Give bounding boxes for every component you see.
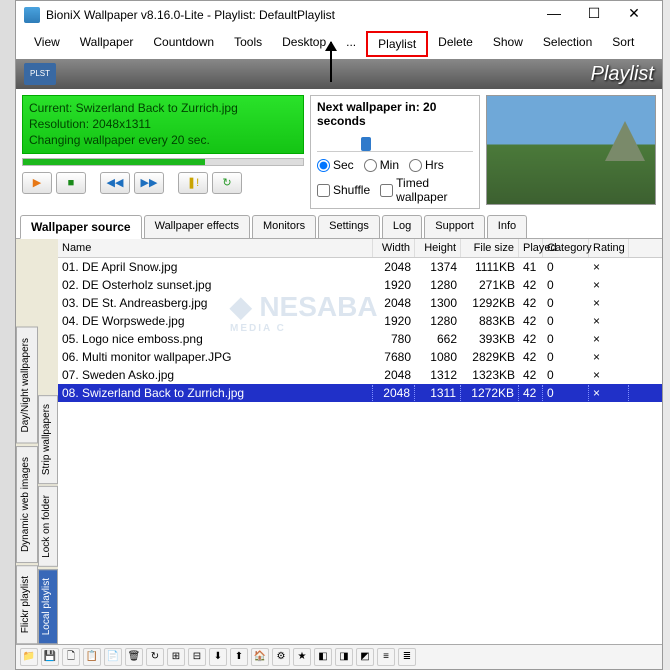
progress-bar bbox=[22, 158, 304, 166]
table-row[interactable]: 02. DE Osterholz sunset.jpg19201280271KB… bbox=[58, 276, 662, 294]
radio-sec[interactable]: Sec bbox=[317, 158, 354, 172]
col-played[interactable]: Played bbox=[519, 239, 543, 257]
toolbar-icon-11[interactable]: 🏠 bbox=[251, 648, 269, 666]
tab-support[interactable]: Support bbox=[424, 215, 485, 238]
titlebar: BioniX Wallpaper v8.16.0-Lite - Playlist… bbox=[16, 1, 662, 29]
sidetab-day-night-wallpapers[interactable]: Day/Night wallpapers bbox=[16, 327, 38, 444]
menu-delete[interactable]: Delete bbox=[428, 31, 483, 57]
menu-tools[interactable]: Tools bbox=[224, 31, 272, 57]
wallpaper-preview bbox=[486, 95, 656, 205]
prev-button[interactable]: ◀◀ bbox=[100, 172, 130, 194]
app-window: BioniX Wallpaper v8.16.0-Lite - Playlist… bbox=[15, 0, 663, 670]
refresh-button[interactable]: ↻ bbox=[212, 172, 242, 194]
close-button[interactable]: ✕ bbox=[614, 3, 654, 27]
col-height[interactable]: Height bbox=[415, 239, 461, 257]
toolbar-icon-2[interactable]: 🗋 bbox=[62, 648, 80, 666]
innertab-local-playlist[interactable]: Local playlist bbox=[38, 569, 58, 644]
check-shuffle[interactable]: Shuffle bbox=[317, 183, 370, 197]
col-category[interactable]: Category bbox=[543, 239, 589, 257]
table-row[interactable]: 04. DE Worpswede.jpg19201280883KB420× bbox=[58, 312, 662, 330]
stop-button[interactable]: ■ bbox=[56, 172, 86, 194]
menu-playlist[interactable]: Playlist bbox=[366, 31, 428, 57]
radio-hrs[interactable]: Hrs bbox=[409, 158, 444, 172]
menu-...[interactable]: ... bbox=[336, 31, 366, 57]
toolbar-icon-3[interactable]: 📋 bbox=[83, 648, 101, 666]
toolbar-icon-14[interactable]: ◧ bbox=[314, 648, 332, 666]
window-title: BioniX Wallpaper v8.16.0-Lite - Playlist… bbox=[46, 8, 534, 22]
tab-log[interactable]: Log bbox=[382, 215, 422, 238]
toolbar-icon-12[interactable]: ⚙ bbox=[272, 648, 290, 666]
menubar: ViewWallpaperCountdownToolsDesktop...Pla… bbox=[16, 29, 662, 59]
toolbar-icon-13[interactable]: ★ bbox=[293, 648, 311, 666]
table-row[interactable]: 07. Sweden Asko.jpg204813121323KB420× bbox=[58, 366, 662, 384]
menu-wallpaper[interactable]: Wallpaper bbox=[70, 31, 144, 57]
menu-countdown[interactable]: Countdown bbox=[143, 31, 224, 57]
status-interval: Changing wallpaper every 20 sec. bbox=[29, 132, 297, 148]
toolbar-icon-9[interactable]: ⬇ bbox=[209, 648, 227, 666]
status-panel: Current: Swizerland Back to Zurrich.jpg … bbox=[22, 95, 304, 154]
playlist-banner: PLST Playlist bbox=[16, 59, 662, 89]
interval-slider[interactable] bbox=[317, 134, 473, 152]
toolbar-icon-15[interactable]: ◨ bbox=[335, 648, 353, 666]
tab-info[interactable]: Info bbox=[487, 215, 527, 238]
table-row[interactable]: 08. Swizerland Back to Zurrich.jpg204813… bbox=[58, 384, 662, 402]
menu-show[interactable]: Show bbox=[483, 31, 533, 57]
tab-monitors[interactable]: Monitors bbox=[252, 215, 316, 238]
play-button[interactable]: ▶ bbox=[22, 172, 52, 194]
innertab-lock-on-folder[interactable]: Lock on folder bbox=[38, 486, 58, 567]
main-tabs: Wallpaper sourceWallpaper effectsMonitor… bbox=[16, 215, 662, 239]
toolbar-icon-17[interactable]: ≡ bbox=[377, 648, 395, 666]
col-rating[interactable]: Rating bbox=[589, 239, 629, 257]
toolbar-icon-6[interactable]: ↻ bbox=[146, 648, 164, 666]
toolbar-icon-5[interactable]: 🗑 bbox=[125, 648, 143, 666]
bottom-toolbar: 📁💾🗋📋📄🗑↻⊞⊟⬇⬆🏠⚙★◧◨◩≡≣ bbox=[16, 645, 662, 669]
app-icon bbox=[24, 7, 40, 23]
next-button[interactable]: ▶▶ bbox=[134, 172, 164, 194]
toolbar-icon-8[interactable]: ⊟ bbox=[188, 648, 206, 666]
table-row[interactable]: 01. DE April Snow.jpg204813741111KB410× bbox=[58, 258, 662, 276]
warn-button[interactable]: ❚! bbox=[178, 172, 208, 194]
col-name[interactable]: Name bbox=[58, 239, 373, 257]
menu-selection[interactable]: Selection bbox=[533, 31, 602, 57]
next-wallpaper-panel: Next wallpaper in: 20 seconds Sec Min Hr… bbox=[310, 95, 480, 209]
menu-view[interactable]: View bbox=[24, 31, 70, 57]
tab-wallpaper-source[interactable]: Wallpaper source bbox=[20, 215, 142, 239]
menu-sort[interactable]: Sort bbox=[602, 31, 644, 57]
playlist-table: NameWidthHeightFile sizePlayedCategoryRa… bbox=[58, 239, 662, 644]
toolbar-icon-0[interactable]: 📁 bbox=[20, 648, 38, 666]
tab-wallpaper-effects[interactable]: Wallpaper effects bbox=[144, 215, 250, 238]
toolbar-icon-7[interactable]: ⊞ bbox=[167, 648, 185, 666]
tab-settings[interactable]: Settings bbox=[318, 215, 380, 238]
annotation-arrow bbox=[330, 42, 332, 82]
sidetab-flickr-playlist[interactable]: Flickr playlist bbox=[16, 565, 38, 644]
maximize-button[interactable]: ☐ bbox=[574, 3, 614, 27]
col-file-size[interactable]: File size bbox=[461, 239, 519, 257]
banner-brand: Playlist bbox=[591, 63, 654, 86]
status-resolution: Resolution: 2048x1311 bbox=[29, 116, 297, 132]
innertab-strip-wallpapers[interactable]: Strip wallpapers bbox=[38, 395, 58, 484]
status-current: Current: Swizerland Back to Zurrich.jpg bbox=[29, 100, 297, 116]
toolbar-icon-16[interactable]: ◩ bbox=[356, 648, 374, 666]
toolbar-icon-4[interactable]: 📄 bbox=[104, 648, 122, 666]
sidetab-dynamic-web-images[interactable]: Dynamic web images bbox=[16, 446, 38, 563]
toolbar-icon-10[interactable]: ⬆ bbox=[230, 648, 248, 666]
table-row[interactable]: 05. Logo nice emboss.png780662393KB420× bbox=[58, 330, 662, 348]
table-row[interactable]: 03. DE St. Andreasberg.jpg204813001292KB… bbox=[58, 294, 662, 312]
plst-icon: PLST bbox=[24, 63, 56, 85]
col-width[interactable]: Width bbox=[373, 239, 415, 257]
check-timed-wallpaper[interactable]: Timed wallpaper bbox=[380, 176, 473, 204]
minimize-button[interactable]: — bbox=[534, 3, 574, 27]
table-row[interactable]: 06. Multi monitor wallpaper.JPG768010802… bbox=[58, 348, 662, 366]
toolbar-icon-1[interactable]: 💾 bbox=[41, 648, 59, 666]
toolbar-icon-18[interactable]: ≣ bbox=[398, 648, 416, 666]
player-controls: ▶ ■ ◀◀ ▶▶ ❚! ↻ bbox=[22, 172, 304, 194]
radio-min[interactable]: Min bbox=[364, 158, 399, 172]
